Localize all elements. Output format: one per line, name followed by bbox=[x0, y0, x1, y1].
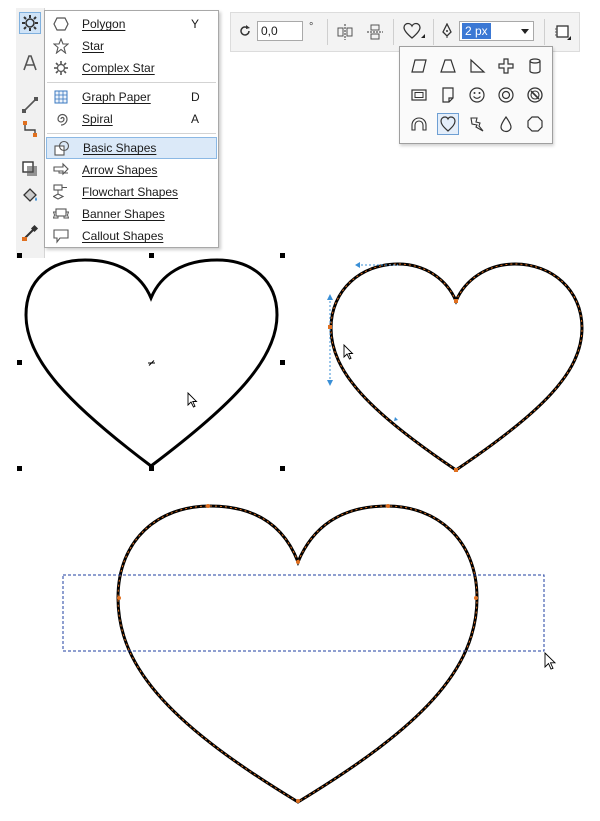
selection-handle[interactable] bbox=[280, 360, 285, 365]
node-point[interactable] bbox=[296, 560, 300, 564]
drawing-canvas[interactable] bbox=[0, 0, 600, 821]
mouse-pointer-icon bbox=[343, 343, 354, 360]
node-point[interactable] bbox=[454, 299, 458, 303]
heart-shape-large[interactable] bbox=[116, 504, 479, 804]
control-handle-arrow[interactable] bbox=[327, 294, 333, 300]
selection-handle[interactable] bbox=[280, 466, 285, 471]
mouse-pointer-icon bbox=[544, 651, 557, 670]
selection-handle[interactable] bbox=[17, 253, 22, 258]
selection-handle[interactable] bbox=[149, 253, 154, 258]
node-point[interactable] bbox=[386, 504, 390, 508]
control-handle-arrow[interactable] bbox=[355, 262, 360, 268]
node-point[interactable] bbox=[474, 596, 478, 600]
node-point[interactable] bbox=[206, 504, 210, 508]
selection-handle[interactable] bbox=[149, 466, 154, 471]
node-point[interactable] bbox=[296, 799, 300, 803]
control-handle-arrow[interactable] bbox=[327, 380, 333, 386]
node-point[interactable] bbox=[454, 468, 458, 472]
selection-handle[interactable] bbox=[17, 360, 22, 365]
node-point[interactable] bbox=[328, 325, 332, 329]
selection-handle[interactable] bbox=[280, 253, 285, 258]
mouse-pointer-icon bbox=[187, 391, 198, 408]
marquee-selection-box bbox=[62, 574, 545, 652]
control-handle-arrow[interactable] bbox=[394, 417, 398, 421]
heart-shape-node-edit[interactable] bbox=[329, 262, 584, 472]
node-point[interactable] bbox=[117, 596, 121, 600]
heart-shape-selected[interactable] bbox=[24, 258, 279, 468]
selection-handle[interactable] bbox=[17, 466, 22, 471]
